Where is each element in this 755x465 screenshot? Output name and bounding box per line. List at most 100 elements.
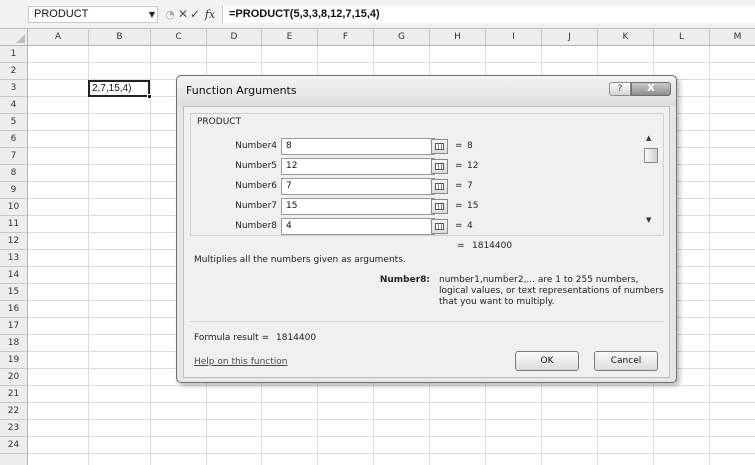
formula-bar: PRODUCT ▼ ◔ ✕ ✓ fx =PRODUCT(5,3,3,8,12,7…: [0, 0, 755, 29]
equals-sign: =: [455, 161, 463, 171]
collapse-dialog-button[interactable]: [431, 139, 448, 154]
collapse-dialog-button[interactable]: [431, 179, 448, 194]
row-header[interactable]: 6: [0, 131, 27, 148]
row-header[interactable]: 11: [0, 216, 27, 233]
column-header-a[interactable]: A: [28, 29, 89, 45]
help-button[interactable]: ?: [609, 82, 631, 96]
range-select-icon: [435, 143, 444, 150]
row-header[interactable]: 18: [0, 335, 27, 352]
collapse-dialog-button[interactable]: [431, 219, 448, 234]
dialog-titlebar[interactable]: Function Arguments ? X: [177, 76, 676, 106]
collapse-dialog-button[interactable]: [431, 199, 448, 214]
row-header[interactable]: 22: [0, 403, 27, 420]
close-button[interactable]: X: [631, 82, 671, 96]
column-header-m[interactable]: M: [710, 29, 755, 45]
row-header[interactable]: 16: [0, 301, 27, 318]
row-header[interactable]: 20: [0, 369, 27, 386]
column-header-e[interactable]: E: [262, 29, 318, 45]
scroll-up-icon[interactable]: ▲: [646, 134, 651, 142]
row-header[interactable]: 19: [0, 352, 27, 369]
current-argument-description: number1,number2,... are 1 to 255 numbers…: [439, 275, 664, 307]
column-header-c[interactable]: C: [151, 29, 207, 45]
argument-row: Number6 7 = 7: [191, 178, 665, 195]
column-header-d[interactable]: D: [207, 29, 262, 45]
gridline: [88, 46, 89, 465]
cancel-entry-icon[interactable]: ✕: [177, 7, 189, 22]
row-header[interactable]: 1: [0, 46, 27, 63]
argument-result: 4: [467, 221, 473, 231]
row-header[interactable]: 8: [0, 165, 27, 182]
column-header-f[interactable]: F: [318, 29, 374, 45]
row-header[interactable]: 14: [0, 267, 27, 284]
argument-input[interactable]: 15: [281, 198, 435, 215]
row-header[interactable]: 7: [0, 148, 27, 165]
gridline: [150, 46, 151, 465]
dialog-title: Function Arguments: [186, 84, 297, 97]
row-header[interactable]: 4: [0, 97, 27, 114]
name-box[interactable]: PRODUCT: [28, 6, 158, 23]
argument-row: Number4 8 = 8: [191, 138, 665, 155]
fill-handle[interactable]: [147, 94, 152, 99]
active-cell-b3[interactable]: 2,7,15,4): [88, 80, 150, 97]
column-header-j[interactable]: J: [542, 29, 598, 45]
column-header-i[interactable]: I: [486, 29, 542, 45]
help-link[interactable]: Help on this function: [194, 357, 288, 367]
column-headers: A B C D E F G H I J K L M: [0, 29, 755, 46]
ok-button[interactable]: OK: [515, 351, 579, 371]
equals-sign: =: [457, 241, 465, 251]
argument-label: Number6: [235, 181, 277, 191]
cancel-button[interactable]: Cancel: [594, 351, 658, 371]
undo-icon[interactable]: ◔: [163, 7, 177, 22]
row-headers: 1 2 3 4 5 6 7 8 9 10 11 12 13 14 15 16 1…: [0, 46, 28, 465]
row-header[interactable]: 13: [0, 250, 27, 267]
insert-function-icon[interactable]: fx: [203, 7, 217, 22]
current-argument-name: Number8:: [379, 275, 430, 285]
row-header[interactable]: 17: [0, 318, 27, 335]
function-result: 1814400: [472, 241, 513, 251]
argument-input[interactable]: 7: [281, 178, 435, 195]
argument-input[interactable]: 8: [281, 138, 435, 155]
row-header[interactable]: 12: [0, 233, 27, 250]
enter-check-icon[interactable]: ✓: [189, 7, 201, 22]
equals-sign: =: [455, 201, 463, 211]
column-header-k[interactable]: K: [598, 29, 654, 45]
equals-sign: =: [455, 221, 463, 231]
argument-row: Number8 4 = 4: [191, 218, 665, 235]
chevron-down-icon[interactable]: ▼: [146, 6, 158, 23]
equals-sign: =: [455, 181, 463, 191]
column-header-b[interactable]: B: [89, 29, 151, 45]
argument-input[interactable]: 4: [281, 218, 435, 235]
row-header[interactable]: 5: [0, 114, 27, 131]
scrollbar-thumb[interactable]: [644, 148, 658, 163]
argument-result: 12: [467, 161, 479, 171]
row-header[interactable]: 9: [0, 182, 27, 199]
argument-row: Number5 12 = 12: [191, 158, 665, 175]
row-header[interactable]: 3: [0, 80, 27, 97]
function-arguments-dialog: Function Arguments ? X PRODUCT Number4 8…: [176, 75, 677, 383]
row-header[interactable]: 21: [0, 386, 27, 403]
row-header[interactable]: 24: [0, 437, 27, 454]
column-header-l[interactable]: L: [654, 29, 710, 45]
formula-result-value: 1814400: [276, 333, 317, 343]
select-all-corner[interactable]: [0, 29, 28, 45]
select-all-triangle-icon: [16, 34, 25, 43]
argument-label: Number8: [235, 221, 277, 231]
arguments-scrollbar[interactable]: ▲ ▼: [643, 128, 659, 230]
row-header[interactable]: 10: [0, 199, 27, 216]
function-name: PRODUCT: [197, 117, 242, 127]
argument-input[interactable]: 12: [281, 158, 435, 175]
argument-row: Number7 15 = 15: [191, 198, 665, 215]
arguments-group: PRODUCT Number4 8 = 8 Number5 12 = 12 Nu…: [190, 113, 664, 236]
column-header-g[interactable]: G: [374, 29, 430, 45]
range-select-icon: [435, 163, 444, 170]
row-header[interactable]: 15: [0, 284, 27, 301]
argument-result: 7: [467, 181, 473, 191]
argument-label: Number7: [235, 201, 277, 211]
row-header[interactable]: 23: [0, 420, 27, 437]
scroll-down-icon[interactable]: ▼: [646, 216, 651, 224]
formula-input[interactable]: =PRODUCT(5,3,3,8,12,7,15,4): [222, 6, 755, 23]
row-header[interactable]: 2: [0, 63, 27, 80]
column-header-h[interactable]: H: [430, 29, 486, 45]
collapse-dialog-button[interactable]: [431, 159, 448, 174]
dialog-body: PRODUCT Number4 8 = 8 Number5 12 = 12 Nu…: [183, 106, 670, 378]
